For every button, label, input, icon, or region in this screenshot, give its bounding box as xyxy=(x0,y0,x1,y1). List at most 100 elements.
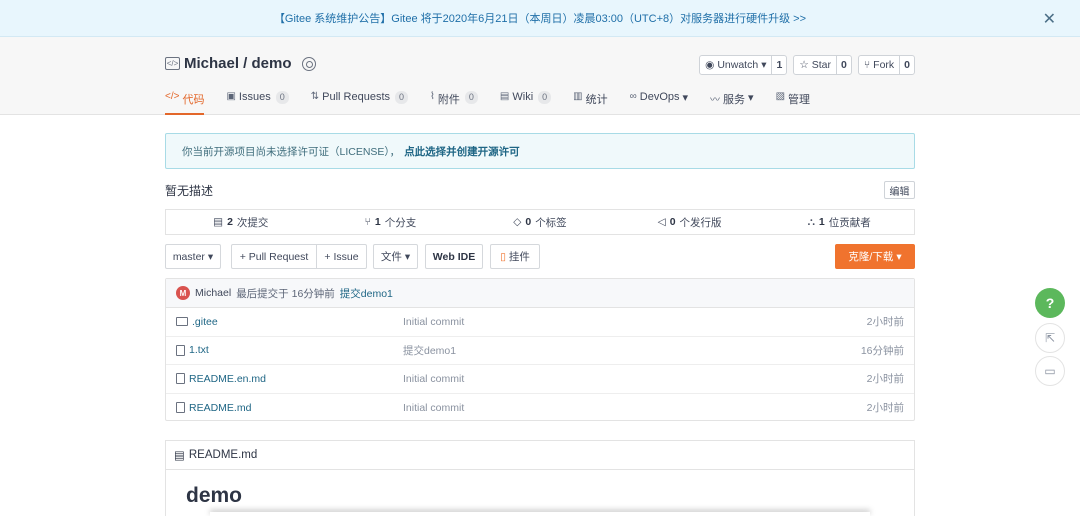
caret-down-icon: ▾ xyxy=(682,92,689,104)
tab-attachments[interactable]: ⌇ 附件 0 xyxy=(430,89,478,115)
pull-request-icon: ⇅ xyxy=(310,91,320,102)
file-name[interactable]: README.md xyxy=(189,402,251,414)
stat-number: 1 xyxy=(818,216,825,228)
repo-stats-bar: ▤ 2 次提交 ⑂ 1 个分支 ◇ 0 个标签 ◁ 0 个发行版 ⛬ 1 位贡献… xyxy=(165,209,915,235)
tab-label: 统计 xyxy=(585,94,608,106)
badge-icon[interactable] xyxy=(301,56,316,71)
new-issue-button[interactable]: + Issue xyxy=(316,244,367,269)
file-time: 2小时前 xyxy=(866,373,904,386)
devops-icon: ∞ xyxy=(629,91,637,102)
file-menu-button[interactable]: 文件 ▾ xyxy=(373,244,418,269)
stat-contributors[interactable]: ⛬ 1 位贡献者 xyxy=(764,215,914,230)
tag-icon: ◇ xyxy=(513,216,522,228)
repo-actions: ◉ Unwatch ▾ 1 ☆ Star 0 ⑂ Fork 0 xyxy=(699,55,915,75)
list-item[interactable]: .gitee Initial commit 2小时前 xyxy=(166,308,914,337)
list-item[interactable]: 1.txt 提交demo1 16分钟前 xyxy=(166,337,914,365)
stat-branches[interactable]: ⑂ 1 个分支 xyxy=(316,215,466,230)
edit-description-button[interactable]: 编辑 xyxy=(884,181,915,199)
maintenance-notice-banner[interactable]: 【Gitee 系统维护公告】Gitee 将于2020年6月21日（本周日）凌晨0… xyxy=(0,0,1080,37)
repo-title: </> Michael / demo xyxy=(165,55,316,72)
close-icon[interactable]: ✕ xyxy=(1043,9,1056,29)
create-license-link[interactable]: 点此选择并创建开源许可 xyxy=(404,144,520,159)
commit-icon: ▤ xyxy=(213,216,224,228)
watch-button[interactable]: ◉ Unwatch ▾ 1 xyxy=(699,55,788,75)
star-count[interactable]: 0 xyxy=(837,56,851,74)
stat-label: 次提交 xyxy=(236,216,269,229)
tab-label: Wiki xyxy=(512,91,534,103)
bottom-overlay-edge xyxy=(210,512,870,516)
stat-commits[interactable]: ▤ 2 次提交 xyxy=(166,215,316,230)
readme-body: demo xyxy=(166,470,914,516)
file-name[interactable]: .gitee xyxy=(192,316,218,328)
latest-commit-bar: M Michael 最后提交于 16分钟前 提交demo1 xyxy=(166,279,914,308)
file-commit-message[interactable]: 提交demo1 xyxy=(403,343,456,358)
repo-name[interactable]: Michael / demo xyxy=(184,55,292,72)
fork-button[interactable]: ⑂ Fork 0 xyxy=(857,55,915,75)
attach-widget-button[interactable]: ▯ 挂件 xyxy=(490,244,540,269)
fork-count[interactable]: 0 xyxy=(900,56,914,74)
stat-label: 位贡献者 xyxy=(828,216,871,229)
chat-icon[interactable]: ▭ xyxy=(1035,356,1065,386)
notice-text[interactable]: 【Gitee 系统维护公告】Gitee 将于2020年6月21日（本周日）凌晨0… xyxy=(274,10,806,26)
tab-devops[interactable]: ∞ DevOps ▾ xyxy=(630,89,688,115)
readme-filename: README.md xyxy=(188,449,258,461)
list-item[interactable]: README.md Initial commit 2小时前 xyxy=(166,394,914,423)
stat-tags[interactable]: ◇ 0 个标签 xyxy=(465,215,615,230)
star-button[interactable]: ☆ Star 0 xyxy=(793,55,852,75)
tab-pull-requests[interactable]: ⇅ Pull Requests 0 xyxy=(310,89,409,115)
watch-count[interactable]: 1 xyxy=(772,56,786,74)
tab-count: 0 xyxy=(464,91,478,104)
avatar[interactable]: M xyxy=(176,286,190,300)
file-name[interactable]: 1.txt xyxy=(189,344,209,356)
star-icon: ☆ xyxy=(799,59,809,71)
star-label: Star xyxy=(811,59,831,71)
eye-icon: ◉ xyxy=(705,59,715,71)
file-name[interactable]: README.en.md xyxy=(189,373,266,385)
readme-heading: demo xyxy=(186,484,243,507)
clone-download-button[interactable]: 克隆/下载 ▾ xyxy=(835,244,915,269)
commit-author[interactable]: Michael xyxy=(195,287,231,299)
fork-icon: ⑂ xyxy=(863,59,871,71)
repo-toolbar: master ▾ + Pull Request + Issue 文件 ▾ Web… xyxy=(165,244,915,269)
tab-count: 0 xyxy=(275,91,289,104)
stat-releases[interactable]: ◁ 0 个发行版 xyxy=(615,215,765,230)
caret-down-icon: ▾ xyxy=(761,59,767,71)
file-commit-message[interactable]: Initial commit xyxy=(403,373,464,385)
tab-label: Pull Requests xyxy=(322,91,390,103)
repo-tabs: </> 代码 ▣ Issues 0 ⇅ Pull Requests 0 ⌇ 附件… xyxy=(165,89,832,115)
help-button[interactable]: ? xyxy=(1035,288,1065,318)
file-commit-message[interactable]: Initial commit xyxy=(403,316,464,328)
file-time: 2小时前 xyxy=(866,316,904,329)
branch-select[interactable]: master ▾ xyxy=(165,244,221,269)
tab-label: Issues xyxy=(238,91,271,103)
stat-number: 0 xyxy=(525,216,532,228)
share-icon[interactable]: ⇱ xyxy=(1035,323,1065,353)
tab-label: 附件 xyxy=(437,94,460,106)
web-ide-button[interactable]: Web IDE xyxy=(425,244,483,269)
clone-label: 克隆/下载 xyxy=(848,251,894,263)
tab-service[interactable]: 〰 服务 ▾ xyxy=(710,89,754,115)
list-item[interactable]: README.en.md Initial commit 2小时前 xyxy=(166,365,914,394)
stat-label: 个分支 xyxy=(384,216,417,229)
readme-header: ▤ README.md xyxy=(166,441,914,470)
stat-number: 0 xyxy=(669,216,676,228)
commit-message[interactable]: 提交demo1 xyxy=(340,286,393,301)
release-icon: ◁ xyxy=(657,216,666,228)
tab-manage[interactable]: ▧ 管理 xyxy=(776,89,810,115)
tab-issues[interactable]: ▣ Issues 0 xyxy=(226,89,289,115)
caret-down-icon: ▾ xyxy=(896,250,902,263)
branch-icon: ⑂ xyxy=(364,216,371,228)
new-pull-request-button[interactable]: + Pull Request xyxy=(231,244,317,269)
attachment-icon: ⌇ xyxy=(430,91,435,102)
tab-stats[interactable]: ▥ 统计 xyxy=(573,89,607,115)
tab-wiki[interactable]: ▤ Wiki 0 xyxy=(500,89,552,115)
stat-label: 个标签 xyxy=(535,216,567,229)
tab-label: 代码 xyxy=(182,94,205,106)
manage-icon: ▧ xyxy=(775,91,786,102)
bookmark-icon: ▯ xyxy=(500,250,506,263)
tab-count: 0 xyxy=(538,91,552,104)
tab-code[interactable]: </> 代码 xyxy=(165,89,205,115)
caret-down-icon: ▾ xyxy=(207,250,214,263)
stats-icon: ▥ xyxy=(573,91,583,102)
file-commit-message[interactable]: Initial commit xyxy=(403,402,464,414)
